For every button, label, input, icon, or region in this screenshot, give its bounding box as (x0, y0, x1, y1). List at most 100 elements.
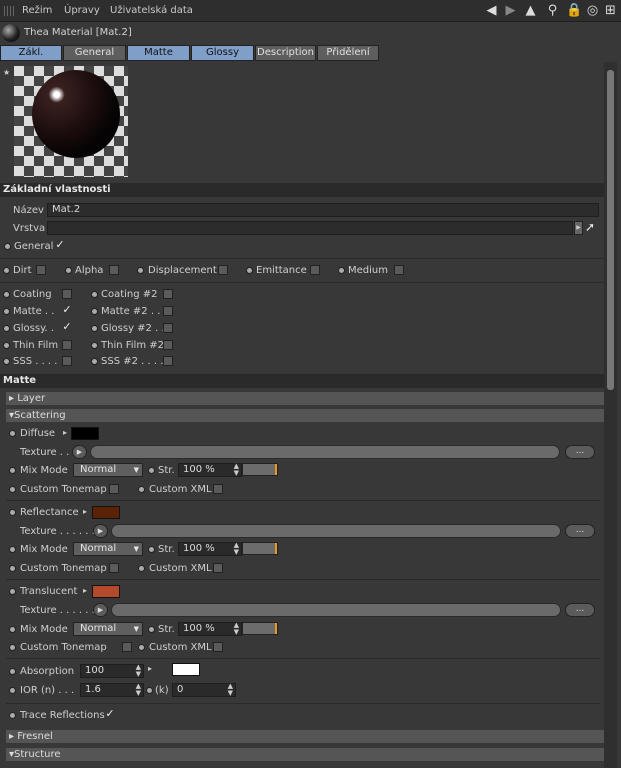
diffuse-color-swatch[interactable] (71, 427, 99, 440)
layer-picker-icon[interactable]: ➚ (585, 220, 601, 236)
spinner-icon[interactable]: ▲ ▼ (234, 463, 239, 477)
matte-dot[interactable] (3, 308, 10, 315)
reflectance-texture-browse-button[interactable]: ... (565, 524, 595, 538)
glossy2-checkbox[interactable] (163, 323, 173, 333)
translucent-mix-select[interactable]: Normal ▼ (73, 622, 143, 636)
reflectance-texture-slot[interactable] (111, 524, 561, 538)
tab-assignment[interactable]: Přidělení (317, 45, 379, 61)
translucent-color-swatch[interactable] (92, 585, 120, 598)
coating2-dot[interactable] (91, 291, 98, 298)
diffuse-xml-checkbox[interactable] (213, 484, 223, 494)
diffuse-texture-play-icon[interactable]: ▶ (72, 445, 87, 459)
ior-k-input[interactable]: 0 ▲ ▼ (172, 683, 236, 697)
trace-reflections-dot[interactable] (9, 712, 16, 719)
reflectance-mix-select[interactable]: Normal ▼ (73, 542, 143, 556)
thin-film-checkbox[interactable] (62, 340, 72, 350)
slider-knob[interactable] (275, 464, 277, 475)
menu-rezim[interactable]: Režim (22, 5, 52, 16)
translucent-tonemap-checkbox[interactable] (122, 642, 132, 652)
reflectance-dot[interactable] (9, 509, 16, 516)
translucent-texture-slot[interactable] (111, 603, 561, 617)
emittance-checkbox[interactable] (310, 265, 320, 275)
medium-checkbox[interactable] (394, 265, 404, 275)
translucent-xml-checkbox[interactable] (213, 642, 223, 652)
dirt-checkbox[interactable] (36, 265, 46, 275)
diffuse-str-dot[interactable] (148, 467, 155, 474)
tab-glossy[interactable]: Glossy (191, 45, 254, 61)
translucent-tonemap-dot[interactable] (9, 644, 16, 651)
new-window-icon[interactable]: ⊞ (603, 3, 618, 18)
layer-field[interactable] (47, 221, 573, 235)
spinner-icon[interactable]: ▲ ▼ (234, 622, 239, 636)
reflectance-color-swatch[interactable] (92, 506, 120, 519)
diffuse-texture-slot[interactable] (90, 445, 560, 459)
reflectance-str-input[interactable]: 100 % ▲ ▼ (178, 542, 242, 556)
matte2-dot[interactable] (91, 308, 98, 315)
general-checkbox[interactable]: ✓ (55, 239, 65, 251)
general-anim-dot[interactable] (4, 243, 11, 250)
sss-checkbox[interactable] (62, 356, 72, 366)
lock-icon[interactable]: 🔒 (566, 3, 582, 18)
glossy-checkbox[interactable]: ✓ (62, 321, 72, 333)
ior-input[interactable]: 1.6 ▲ ▼ (80, 683, 144, 697)
reflectance-str-dot[interactable] (148, 546, 155, 553)
tab-basic[interactable]: Zákl. (0, 45, 62, 61)
diffuse-mix-dot[interactable] (9, 467, 16, 474)
absorption-color-swatch[interactable] (172, 663, 200, 676)
reflectance-xml-dot[interactable] (138, 565, 145, 572)
spinner-icon[interactable]: ▲ ▼ (136, 683, 141, 697)
target-icon[interactable]: ◎ (585, 3, 600, 18)
sss-dot[interactable] (3, 358, 10, 365)
tab-matte[interactable]: Matte (127, 45, 190, 61)
absorption-expand-icon[interactable]: ▸ (148, 664, 152, 673)
ior-k-dot[interactable] (146, 687, 153, 694)
diffuse-xml-dot[interactable] (138, 486, 145, 493)
fresnel-group-header[interactable]: ▸ Fresnel (6, 730, 604, 743)
glossy-dot[interactable] (3, 325, 10, 332)
menu-user-data[interactable]: Uživatelská data (110, 5, 193, 16)
tab-general[interactable]: General (63, 45, 126, 61)
glossy2-dot[interactable] (91, 325, 98, 332)
vertical-scrollbar[interactable] (604, 62, 617, 768)
diffuse-mix-select[interactable]: Normal ▼ (73, 463, 143, 477)
reflectance-mix-dot[interactable] (9, 546, 16, 553)
coating-checkbox[interactable] (62, 289, 72, 299)
structure-group-header[interactable]: ▾Structure (6, 748, 604, 761)
name-field[interactable]: Mat.2 (47, 203, 599, 217)
thin-film-dot[interactable] (3, 342, 10, 349)
tab-description[interactable]: Description (255, 45, 316, 61)
translucent-mix-dot[interactable] (9, 626, 16, 633)
forward-arrow-icon[interactable]: ▶ (503, 3, 518, 18)
menu-upravy[interactable]: Úpravy (64, 5, 100, 16)
coating-dot[interactable] (3, 291, 10, 298)
translucent-texture-browse-button[interactable]: ... (565, 603, 595, 617)
sss2-dot[interactable] (91, 358, 98, 365)
translucent-str-dot[interactable] (148, 626, 155, 633)
reflectance-xml-checkbox[interactable] (213, 563, 223, 573)
slider-knob[interactable] (275, 543, 277, 554)
medium-dot[interactable] (338, 267, 345, 274)
matte-checkbox[interactable]: ✓ (62, 304, 72, 316)
preview-toggle-icon[interactable]: ★ (3, 68, 10, 77)
translucent-str-slider[interactable] (242, 622, 278, 635)
diffuse-tonemap-dot[interactable] (9, 486, 16, 493)
trace-reflections-checkbox[interactable]: ✓ (105, 708, 115, 720)
cursor-icon[interactable]: ▲ (523, 3, 538, 18)
reflectance-tonemap-checkbox[interactable] (109, 563, 119, 573)
spinner-icon[interactable]: ▲ ▼ (136, 664, 141, 678)
alpha-dot[interactable] (65, 267, 72, 274)
displacement-checkbox[interactable] (218, 265, 228, 275)
diffuse-tonemap-checkbox[interactable] (109, 484, 119, 494)
spinner-icon[interactable]: ▲ ▼ (234, 542, 239, 556)
translucent-xml-dot[interactable] (138, 644, 145, 651)
thin-film2-dot[interactable] (91, 342, 98, 349)
reflectance-tonemap-dot[interactable] (9, 565, 16, 572)
scattering-group-header[interactable]: ▾Scattering (6, 409, 604, 422)
thin-film2-checkbox[interactable] (163, 340, 173, 350)
diffuse-dot[interactable] (9, 430, 16, 437)
alpha-checkbox[interactable] (109, 265, 119, 275)
spinner-icon[interactable]: ▲ ▼ (228, 683, 233, 697)
layer-group-header[interactable]: ▸ Layer (6, 392, 604, 405)
reflectance-texture-play-icon[interactable]: ▶ (93, 524, 108, 538)
dirt-dot[interactable] (3, 267, 10, 274)
